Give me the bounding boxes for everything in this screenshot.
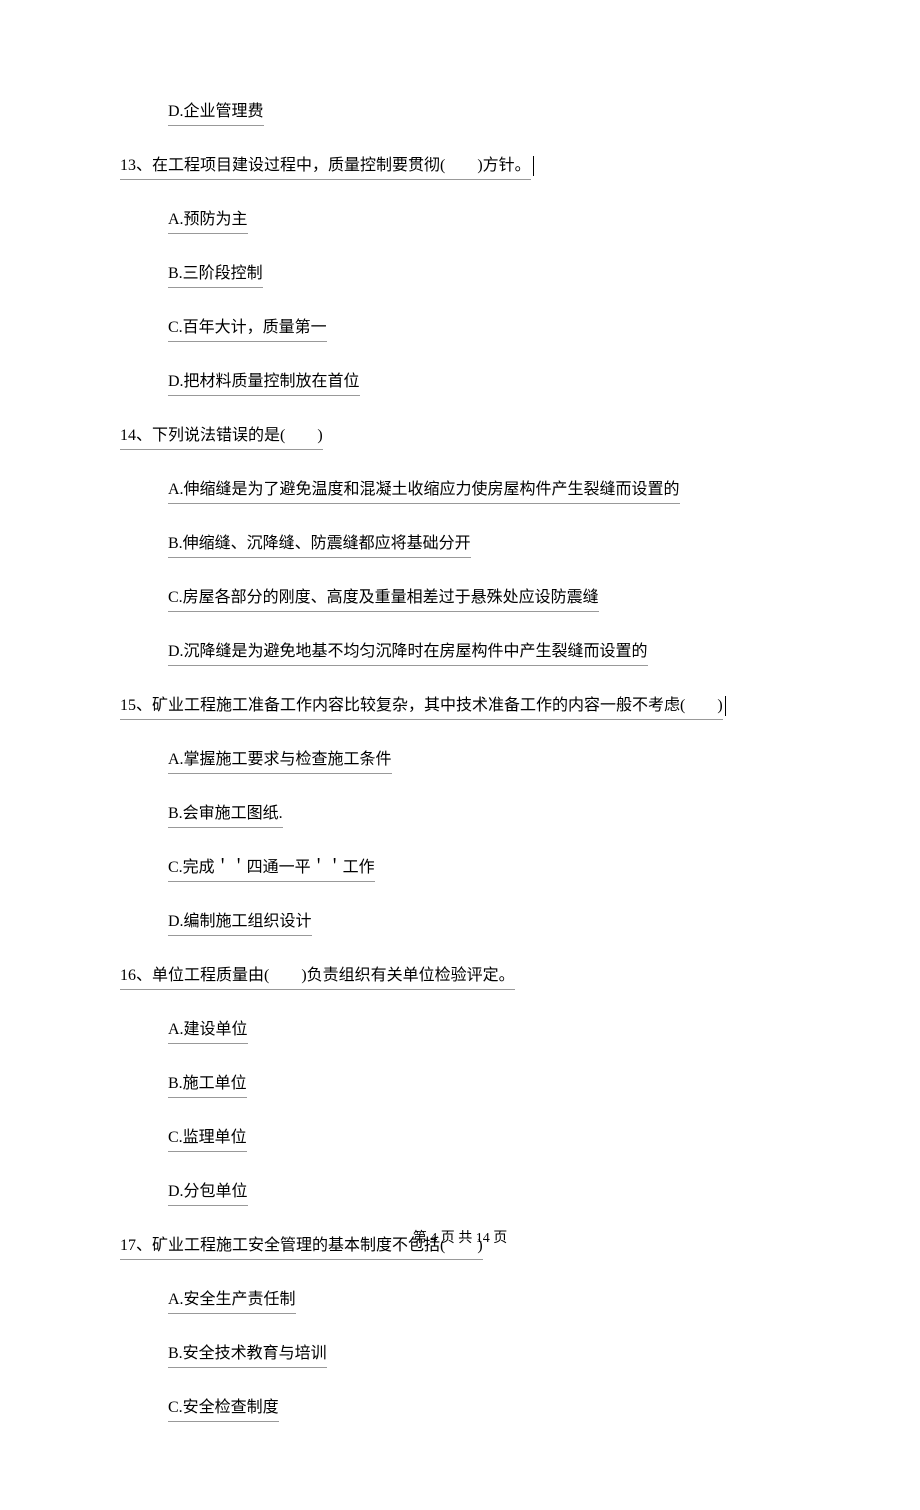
option-text: A.预防为主 — [168, 208, 248, 234]
q14-option-c: C.房屋各部分的刚度、高度及重量相差过于悬殊处应设防震缝 — [168, 586, 800, 612]
q16-option-b: B.施工单位 — [168, 1072, 800, 1098]
q12-option-d: D.企业管理费 — [168, 100, 800, 126]
q14-stem: 14、下列说法错误的是( ) — [120, 424, 800, 450]
q13-option-b: B.三阶段控制 — [168, 262, 800, 288]
question-text: 14、下列说法错误的是( ) — [120, 424, 323, 450]
option-text: B.伸缩缝、沉降缝、防震缝都应将基础分开 — [168, 532, 471, 558]
q16-option-d: D.分包单位 — [168, 1180, 800, 1206]
q17-option-b: B.安全技术教育与培训 — [168, 1342, 800, 1368]
option-text: A.伸缩缝是为了避免温度和混凝土收缩应力使房屋构件产生裂缝而设置的 — [168, 478, 680, 504]
question-text: 13、在工程项目建设过程中，质量控制要贯彻( )方针。 — [120, 154, 531, 180]
option-text: A.安全生产责任制 — [168, 1288, 296, 1314]
question-text: 15、矿业工程施工准备工作内容比较复杂，其中技术准备工作的内容一般不考虑( ) — [120, 694, 723, 720]
q14-option-b: B.伸缩缝、沉降缝、防震缝都应将基础分开 — [168, 532, 800, 558]
page-content: D.企业管理费 13、在工程项目建设过程中，质量控制要贯彻( )方针。 A.预防… — [0, 0, 920, 1510]
option-text: B.施工单位 — [168, 1072, 247, 1098]
page-number: 第 4 页 共 14 页 — [413, 1231, 508, 1246]
q13-option-d: D.把材料质量控制放在首位 — [168, 370, 800, 396]
cursor-mark — [725, 696, 726, 716]
option-text: D.分包单位 — [168, 1180, 248, 1206]
option-text: C.完成＇＇四通一平＇＇工作 — [168, 856, 375, 882]
question-text: 16、单位工程质量由( )负责组织有关单位检验评定。 — [120, 964, 515, 990]
q13-option-c: C.百年大计，质量第一 — [168, 316, 800, 342]
q15-option-c: C.完成＇＇四通一平＇＇工作 — [168, 856, 800, 882]
option-text: C.监理单位 — [168, 1126, 247, 1152]
q16-option-a: A.建设单位 — [168, 1018, 800, 1044]
q16-stem: 16、单位工程质量由( )负责组织有关单位检验评定。 — [120, 964, 800, 990]
q13-stem: 13、在工程项目建设过程中，质量控制要贯彻( )方针。 — [120, 154, 800, 180]
q15-stem: 15、矿业工程施工准备工作内容比较复杂，其中技术准备工作的内容一般不考虑( ) — [120, 694, 800, 720]
option-text: A.掌握施工要求与检查施工条件 — [168, 748, 392, 774]
option-text: B.会审施工图纸. — [168, 802, 283, 828]
q15-option-b: B.会审施工图纸. — [168, 802, 800, 828]
option-text: D.企业管理费 — [168, 100, 264, 126]
option-text: C.百年大计，质量第一 — [168, 316, 327, 342]
page-footer: 第 4 页 共 14 页 — [0, 1227, 920, 1247]
option-text: D.沉降缝是为避免地基不均匀沉降时在房屋构件中产生裂缝而设置的 — [168, 640, 648, 666]
option-text: A.建设单位 — [168, 1018, 248, 1044]
q17-option-a: A.安全生产责任制 — [168, 1288, 800, 1314]
option-text: D.把材料质量控制放在首位 — [168, 370, 360, 396]
q14-option-d: D.沉降缝是为避免地基不均匀沉降时在房屋构件中产生裂缝而设置的 — [168, 640, 800, 666]
option-text: D.编制施工组织设计 — [168, 910, 312, 936]
q15-option-a: A.掌握施工要求与检查施工条件 — [168, 748, 800, 774]
option-text: C.房屋各部分的刚度、高度及重量相差过于悬殊处应设防震缝 — [168, 586, 599, 612]
q13-option-a: A.预防为主 — [168, 208, 800, 234]
cursor-mark — [533, 156, 534, 176]
q16-option-c: C.监理单位 — [168, 1126, 800, 1152]
q15-option-d: D.编制施工组织设计 — [168, 910, 800, 936]
option-text: B.安全技术教育与培训 — [168, 1342, 327, 1368]
q17-option-c: C.安全检查制度 — [168, 1396, 800, 1422]
option-text: B.三阶段控制 — [168, 262, 263, 288]
q14-option-a: A.伸缩缝是为了避免温度和混凝土收缩应力使房屋构件产生裂缝而设置的 — [168, 478, 800, 504]
option-text: C.安全检查制度 — [168, 1396, 279, 1422]
